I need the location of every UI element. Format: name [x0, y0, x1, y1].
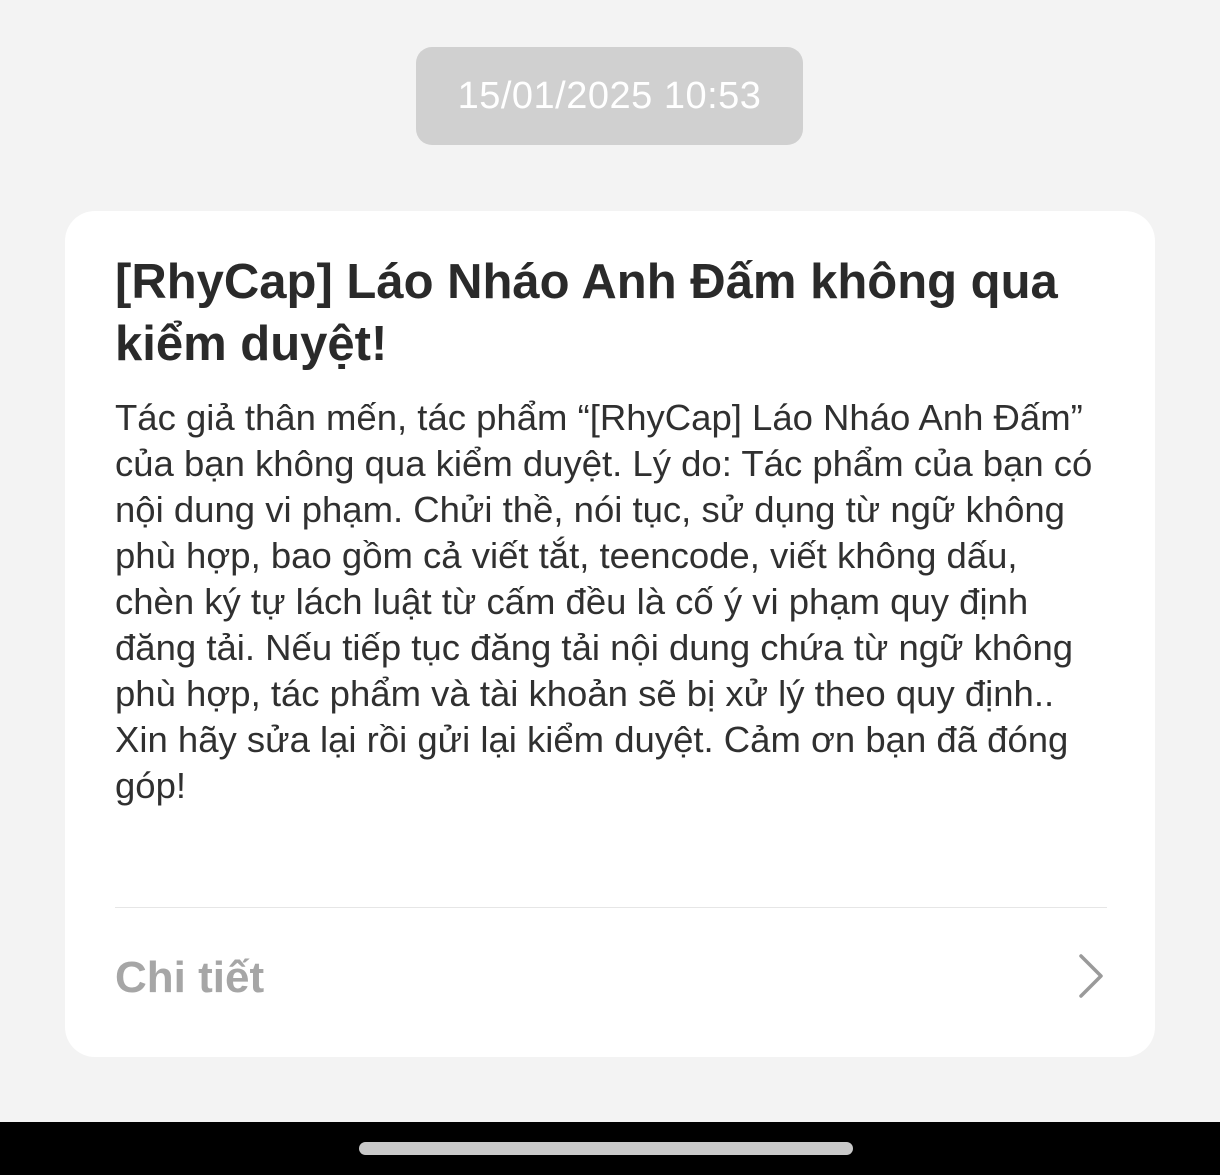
- timestamp-badge: 15/01/2025 10:53: [416, 47, 803, 145]
- chevron-right-icon: [1079, 954, 1103, 998]
- notification-title: [RhyCap] Láo Nháo Anh Đấm không qua kiểm…: [115, 255, 1058, 371]
- notification-body-paragraph: Xin hãy sửa lại rồi gửi lại kiểm duyệt. …: [115, 719, 1069, 806]
- system-navigation-bar: [0, 1122, 1220, 1175]
- notification-screen: 15/01/2025 10:53 [RhyCap] Láo Nháo Anh Đ…: [0, 0, 1220, 1175]
- notification-body-paragraph: Tác giả thân mến, tác phẩm “[RhyCap] Láo…: [115, 397, 1093, 714]
- notification-card: [RhyCap] Láo Nháo Anh Đấm không qua kiểm…: [65, 211, 1155, 1057]
- notification-body: Tác giả thân mến, tác phẩm “[RhyCap] Láo…: [115, 395, 1105, 809]
- details-label: Chi tiết: [115, 953, 265, 1002]
- home-indicator[interactable]: [359, 1142, 853, 1155]
- details-button[interactable]: Chi tiết: [65, 908, 1155, 1048]
